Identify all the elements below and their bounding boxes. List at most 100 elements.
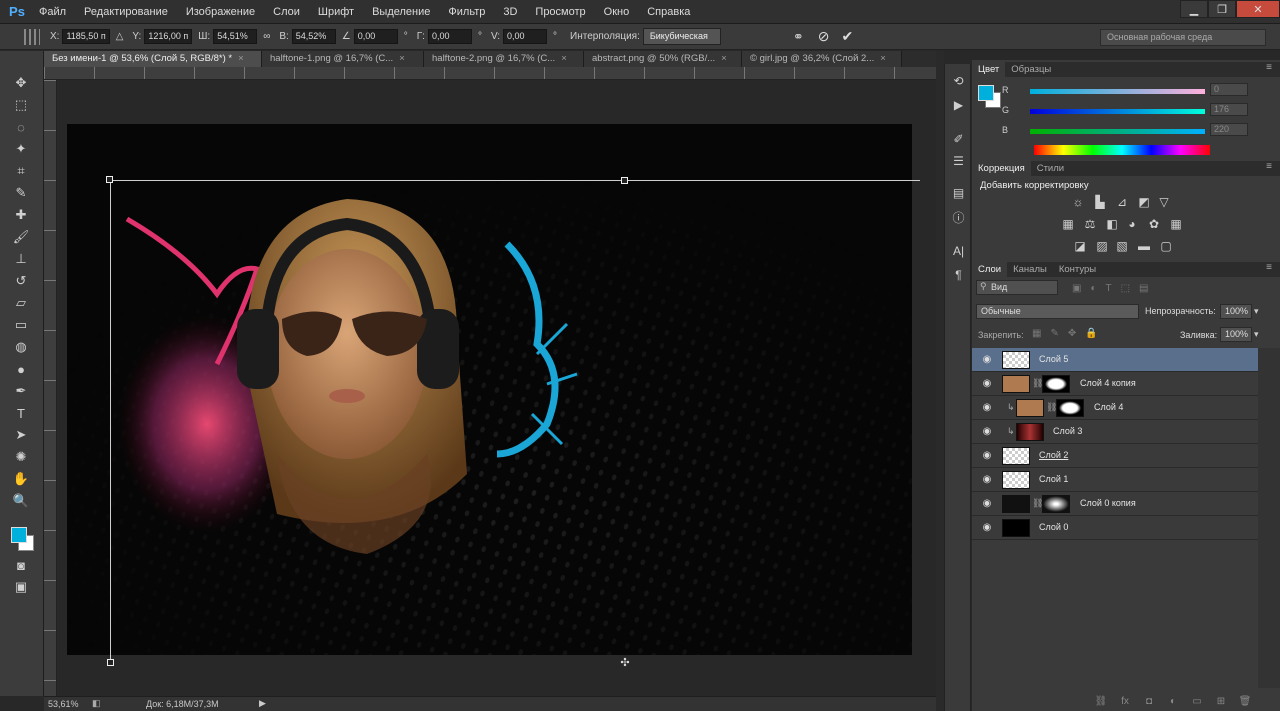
warp-icon[interactable]: ⚭ — [793, 29, 804, 45]
interpolation-select[interactable]: Бикубическая — [642, 28, 721, 45]
tab-untitled-1[interactable]: Без имени-1 @ 53,6% (Слой 5, RGB/8*) * × — [44, 51, 262, 67]
layer-mask-thumbnail[interactable] — [1042, 495, 1070, 513]
pen-tool-icon[interactable]: ✒ — [9, 381, 33, 401]
brush-tool-icon[interactable]: 🖌 — [9, 227, 33, 247]
crop-tool-icon[interactable]: ⌗ — [9, 161, 33, 181]
eyedropper-tool-icon[interactable]: ✎ — [9, 183, 33, 203]
new-layer-icon[interactable]: ⊞ — [1214, 696, 1228, 708]
y-field[interactable]: 1216,00 п — [144, 29, 193, 44]
path-selection-icon[interactable]: ➤ — [9, 425, 33, 445]
eye-icon[interactable]: ◉ — [981, 378, 993, 390]
photo-filter-icon[interactable]: ◕ — [1124, 217, 1140, 231]
restore-button[interactable]: ❐ — [1208, 0, 1236, 18]
delta-icon[interactable]: △ — [116, 31, 124, 42]
levels-icon[interactable]: ▙ — [1092, 195, 1108, 209]
color-fg-swatch[interactable] — [978, 85, 994, 101]
g-value[interactable]: 176 — [1210, 103, 1248, 116]
hand-tool-icon[interactable]: ✋ — [9, 469, 33, 489]
opacity-dropdown-icon[interactable]: ▾ — [1254, 306, 1259, 317]
tab-girl[interactable]: © girl.jpg @ 36,2% (Слой 2... × — [742, 51, 902, 67]
layers-scrollbar[interactable] — [1258, 348, 1280, 688]
history-brush-icon[interactable]: ↺ — [9, 271, 33, 291]
tab-styles[interactable]: Стили — [1031, 161, 1070, 176]
layer-row[interactable]: ◉ Слой 5 — [972, 348, 1258, 372]
layer-row[interactable]: ◉ Слой 2 — [972, 444, 1258, 468]
layer-name[interactable]: Слой 2 — [1039, 450, 1068, 460]
layer-mask-thumbnail[interactable] — [1056, 399, 1084, 417]
menu-image[interactable]: Изображение — [177, 0, 264, 24]
document-canvas[interactable] — [67, 124, 912, 655]
eraser-tool-icon[interactable]: ▱ — [9, 293, 33, 313]
layer-row[interactable]: ◉ ⛓ Слой 4 копия — [972, 372, 1258, 396]
zoom-level[interactable]: 53,61% — [48, 699, 79, 709]
threshold-icon[interactable]: ▧ — [1114, 239, 1130, 253]
status-menu-arrow-icon[interactable]: ▶ — [259, 698, 266, 709]
width-field[interactable]: 54,51% — [213, 29, 258, 44]
close-tab-icon[interactable]: × — [721, 53, 727, 64]
tab-paths[interactable]: Контуры — [1053, 262, 1102, 277]
r-value[interactable]: 0 — [1210, 83, 1248, 96]
layer-name[interactable]: Слой 4 копия — [1080, 378, 1136, 388]
transform-handle-top-mid[interactable] — [621, 177, 628, 184]
hue-saturation-icon[interactable]: ▦ — [1060, 217, 1076, 231]
hskew-field[interactable]: 0,00 — [427, 29, 472, 44]
menu-layer[interactable]: Слои — [264, 0, 309, 24]
eye-icon[interactable]: ◉ — [981, 498, 993, 510]
tab-layers[interactable]: Слои — [972, 262, 1008, 277]
layer-style-icon[interactable]: fx — [1118, 696, 1132, 708]
layer-row[interactable]: ◉ ↳ ⛓ Слой 4 — [972, 396, 1258, 420]
marquee-tool-icon[interactable]: ⬚ — [9, 95, 33, 115]
tab-swatches[interactable]: Образцы — [1005, 62, 1057, 77]
brightness-icon[interactable]: ☼ — [1070, 195, 1086, 209]
tab-halftone-2[interactable]: halftone-2.png @ 16,7% (C... × — [424, 51, 584, 67]
layer-filter-select[interactable]: Вид — [976, 280, 1058, 295]
clone-stamp-icon[interactable]: ⊥ — [9, 249, 33, 269]
color-balance-icon[interactable]: ⚖ — [1082, 217, 1098, 231]
close-button[interactable]: ✕ — [1236, 0, 1280, 18]
info-icon[interactable]: ⓘ — [949, 208, 968, 226]
exposure-icon[interactable]: ◩ — [1136, 195, 1152, 209]
layer-mask-thumbnail[interactable] — [1042, 375, 1070, 393]
fill-dropdown-icon[interactable]: ▾ — [1254, 329, 1259, 340]
menu-window[interactable]: Окно — [595, 0, 639, 24]
vskew-field[interactable]: 0,00 — [503, 29, 548, 44]
panel-menu-icon[interactable]: ≡ — [1266, 161, 1272, 172]
gradient-map-icon[interactable]: ▬ — [1136, 239, 1152, 253]
delete-layer-icon[interactable]: 🗑 — [1238, 696, 1252, 708]
eye-icon[interactable]: ◉ — [981, 450, 993, 462]
color-spectrum-bar[interactable] — [1034, 145, 1210, 155]
properties-icon[interactable]: ▤ — [949, 184, 968, 202]
menu-help[interactable]: Справка — [638, 0, 699, 24]
close-tab-icon[interactable]: × — [561, 53, 567, 64]
transform-handle-left-mid[interactable] — [107, 659, 114, 666]
magic-wand-icon[interactable]: ✦ — [9, 139, 33, 159]
link-icon[interactable]: ∞ — [263, 31, 270, 42]
dodge-tool-icon[interactable]: ● — [9, 359, 33, 379]
vibrance-icon[interactable]: ▽ — [1156, 195, 1172, 209]
reference-point-icon[interactable] — [24, 28, 40, 45]
x-field[interactable]: 1185,50 п — [62, 29, 110, 44]
green-gradient[interactable] — [1030, 109, 1205, 114]
link-layers-icon[interactable]: ⛓ — [1094, 696, 1108, 708]
actions-icon[interactable]: ▶ — [949, 96, 968, 114]
tab-channels[interactable]: Каналы — [1007, 262, 1053, 277]
black-white-icon[interactable]: ◧ — [1104, 217, 1120, 231]
eye-icon[interactable]: ◉ — [981, 402, 993, 414]
workspace-select[interactable]: Основная рабочая среда — [1100, 29, 1266, 46]
eye-icon[interactable]: ◉ — [981, 354, 993, 366]
move-tool-icon[interactable]: ✥ — [9, 73, 33, 93]
channel-mixer-icon[interactable]: ✿ — [1146, 217, 1162, 231]
menu-edit[interactable]: Редактирование — [75, 0, 177, 24]
tab-abstract[interactable]: abstract.png @ 50% (RGB/... × — [584, 51, 742, 67]
close-tab-icon[interactable]: × — [880, 53, 886, 64]
minimize-button[interactable]: ▁ — [1180, 0, 1208, 18]
layer-row[interactable]: ◉ Слой 1 — [972, 468, 1258, 492]
b-value[interactable]: 220 — [1210, 123, 1248, 136]
cancel-transform-icon[interactable]: ⊘ — [818, 28, 830, 45]
layer-row[interactable]: ◉ ↳ Слой 3 — [972, 420, 1258, 444]
tab-halftone-1[interactable]: halftone-1.png @ 16,7% (C... × — [262, 51, 424, 67]
tab-adjustments[interactable]: Коррекция — [972, 161, 1031, 176]
paragraph-icon[interactable]: ¶ — [949, 266, 968, 284]
layer-name[interactable]: Слой 0 — [1039, 522, 1068, 532]
brush-presets-icon[interactable]: ✐ — [949, 130, 968, 148]
